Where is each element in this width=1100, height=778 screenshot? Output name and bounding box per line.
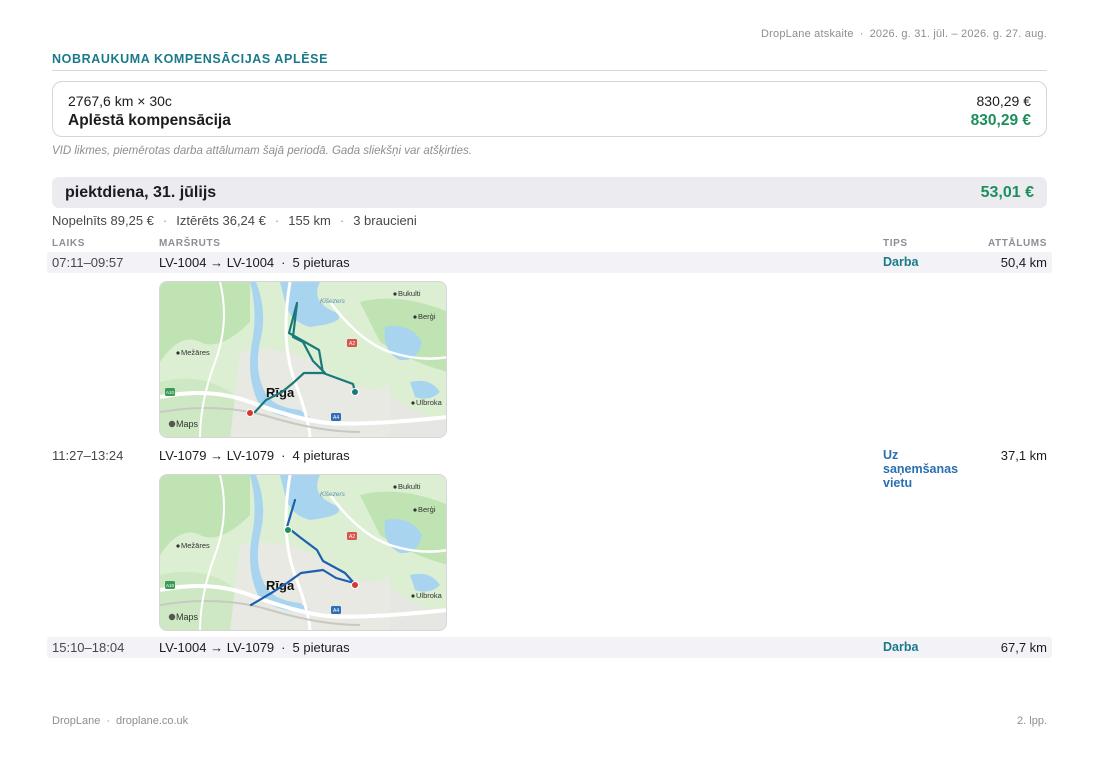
- day-title: piektdiena, 31. jūlijs: [65, 183, 217, 201]
- road-label: A2: [349, 534, 355, 540]
- trip-distance: 67,7 km: [1000, 640, 1047, 655]
- stat-separator: ·: [339, 213, 345, 228]
- map-water-label: Ķīšezers: [320, 298, 346, 305]
- footer-site-link[interactable]: droplane.co.uk: [116, 715, 188, 727]
- summary-formula-amount: 830,29 €: [976, 93, 1032, 109]
- trip-route: LV-1004 → LV-1004 · 5 pieturas: [159, 255, 350, 270]
- map-place-label: Berģi: [418, 505, 436, 514]
- place-dot-icon: [413, 508, 417, 512]
- trip-time: 07:11–09:57: [52, 255, 124, 270]
- place-dot-icon: [413, 315, 417, 319]
- stat-separator: ·: [162, 213, 168, 228]
- trip-type: Darba: [883, 255, 919, 269]
- day-stats: Nopelnīts 89,25 € · Iztērēts 36,24 € · 155 k…: [52, 213, 417, 228]
- apple-logo-icon: [168, 613, 176, 621]
- meta-separator: ·: [859, 28, 864, 40]
- trip-row[interactable]: 15:10–18:04 LV-1004 → LV-1079 · 5 pieturas…: [47, 637, 1052, 658]
- column-header-route: MARŠRUTS: [159, 238, 221, 249]
- day-amount: 53,01 €: [980, 183, 1034, 201]
- road-label: A2: [349, 341, 355, 347]
- route-start-marker-icon: [351, 388, 359, 396]
- rates-note: VID likmes, piemērotas darba attālumam š…: [52, 145, 472, 157]
- route-map[interactable]: Bukulti Berģi Mežāres Ulbroka Ķīšezers A…: [159, 474, 447, 631]
- section-title: NOBRAUKUMA KOMPENSĀCIJAS APLĒSE: [52, 52, 329, 66]
- map-graphic: Bukulti Berģi Mežāres Ulbroka Ķīšezers A…: [160, 282, 446, 437]
- summary-formula: 2767,6 km × 30c: [68, 93, 172, 109]
- map-provider-label: Maps: [176, 419, 199, 429]
- column-header-time: LAIKS: [52, 238, 85, 249]
- report-name: DropLane atskaite: [761, 28, 854, 40]
- map-water-label: Ķīšezers: [320, 491, 346, 498]
- summary-total-amount: 830,29 €: [970, 112, 1031, 129]
- day-header: piektdiena, 31. jūlijs 53,01 €: [52, 177, 1047, 208]
- footer-brand-name: DropLane: [52, 715, 101, 727]
- map-place-label: Berģi: [418, 312, 436, 321]
- map-place-label: Bukulti: [398, 482, 421, 491]
- summary-label: Aplēstā kompensācija: [68, 112, 231, 129]
- map-place-label: Mežāres: [181, 541, 210, 550]
- route-map[interactable]: Bukulti Berģi Mežāres Ulbroka Ķīšezers A…: [159, 281, 447, 438]
- trip-route-codes: LV-1004 → LV-1004: [159, 255, 275, 270]
- column-header-type: TIPS: [883, 238, 908, 249]
- trip-stops: 5 pieturas: [292, 640, 350, 655]
- trip-type: Darba: [883, 640, 919, 654]
- trip-type: Uz saņemšanas vietu: [883, 448, 959, 490]
- trip-distance: 37,1 km: [1000, 448, 1047, 463]
- trip-time: 15:10–18:04: [52, 640, 125, 655]
- day-distance: 155 km: [288, 213, 331, 228]
- footer-separator: ·: [106, 715, 110, 727]
- place-dot-icon: [411, 594, 415, 598]
- page-number: 2. lpp.: [1017, 715, 1047, 727]
- column-header-distance: ATTĀLUMS: [987, 238, 1047, 249]
- route-separator: ·: [281, 640, 286, 655]
- route-end-marker-icon: [351, 581, 359, 589]
- footer-brand: DropLane · droplane.co.uk: [52, 715, 188, 727]
- report-meta: DropLane atskaite · 2026. g. 31. jūl. – 20…: [761, 28, 1047, 40]
- apple-logo-icon: [168, 420, 176, 428]
- summary-total-row: Aplēstā kompensācija 830,29 €: [68, 112, 1031, 130]
- road-label: A10: [166, 390, 175, 395]
- route-separator: ·: [281, 255, 286, 270]
- day-spent: Iztērēts 36,24 €: [176, 213, 266, 228]
- road-label: A4: [333, 415, 339, 421]
- compensation-summary: 2767,6 km × 30c 830,29 € Aplēstā kompens…: [52, 81, 1047, 137]
- trip-route: LV-1004 → LV-1079 · 5 pieturas: [159, 640, 350, 655]
- place-dot-icon: [176, 544, 180, 548]
- road-label: A10: [166, 583, 175, 588]
- trip-stops: 5 pieturas: [292, 255, 350, 270]
- map-graphic: Bukulti Berģi Mežāres Ulbroka Ķīšezers A…: [160, 475, 446, 630]
- map-place-label: Ulbroka: [416, 398, 443, 407]
- road-label: A4: [333, 608, 339, 614]
- trip-row[interactable]: 07:11–09:57 LV-1004 → LV-1004 · 5 pieturas…: [47, 252, 1052, 273]
- trip-row[interactable]: 11:27–13:24 LV-1079 → LV-1079 · 4 pieturas…: [47, 445, 1052, 490]
- trip-distance: 50,4 km: [1000, 255, 1047, 270]
- route-start-marker-icon: [284, 526, 292, 534]
- place-dot-icon: [393, 292, 397, 296]
- section-divider: [52, 70, 1047, 71]
- summary-formula-row: 2767,6 km × 30c 830,29 €: [68, 93, 1031, 109]
- place-dot-icon: [411, 401, 415, 405]
- trip-stops: 4 pieturas: [292, 448, 350, 463]
- map-provider-label: Maps: [176, 612, 199, 622]
- place-dot-icon: [393, 485, 397, 489]
- report-period: 2026. g. 31. jūl. – 2026. g. 27. aug.: [869, 28, 1047, 40]
- trip-route: LV-1079 → LV-1079 · 4 pieturas: [159, 448, 350, 463]
- place-dot-icon: [176, 351, 180, 355]
- trip-route-codes: LV-1004 → LV-1079: [159, 640, 275, 655]
- route-separator: ·: [281, 448, 286, 463]
- trip-route-codes: LV-1079 → LV-1079: [159, 448, 275, 463]
- stat-separator: ·: [274, 213, 280, 228]
- map-place-label: Ulbroka: [416, 591, 443, 600]
- day-trips-count: 3 braucieni: [353, 213, 417, 228]
- route-end-marker-icon: [246, 409, 254, 417]
- day-earned: Nopelnīts 89,25 €: [52, 213, 154, 228]
- map-place-label: Bukulti: [398, 289, 421, 298]
- map-place-label: Mežāres: [181, 348, 210, 357]
- trip-time: 11:27–13:24: [52, 448, 124, 463]
